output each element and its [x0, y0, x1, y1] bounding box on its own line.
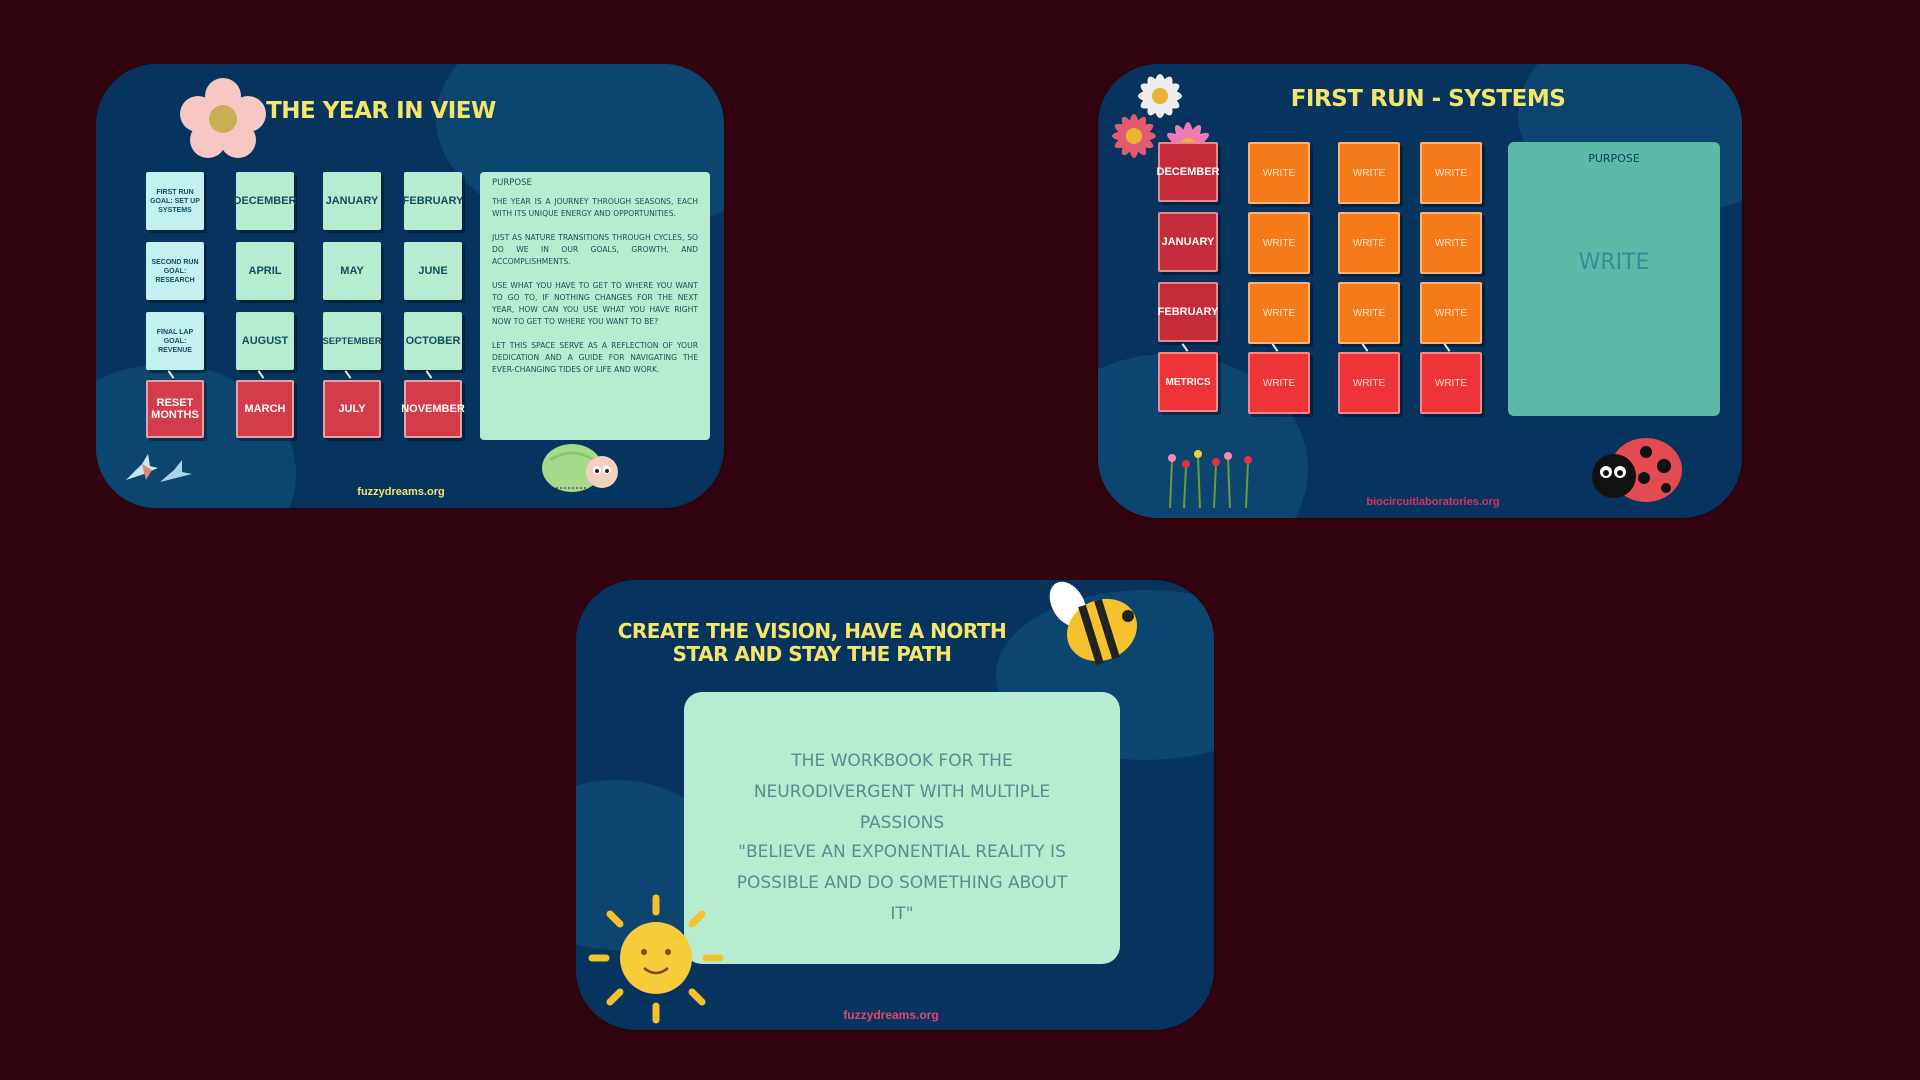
- slide-title: FIRST RUN - SYSTEMS: [1290, 86, 1566, 112]
- month-card[interactable]: AUGUST: [236, 312, 294, 370]
- wildflowers-icon: [1168, 450, 1252, 508]
- flower-icon: [180, 78, 266, 158]
- goal-card-final-lap[interactable]: FINAL LAP GOAL: REVENUE: [146, 312, 204, 370]
- month-card[interactable]: APRIL: [236, 242, 294, 300]
- quote-text: "BELIEVE AN EXPONENTIAL REALITY IS POSSI…: [736, 842, 1068, 924]
- goal-card-second-run[interactable]: SECOND RUN GOAL: RESEARCH: [146, 242, 204, 300]
- purpose-heading: PURPOSE: [1588, 152, 1640, 165]
- slide-first-run-systems[interactable]: FIRST RUN - SYSTEMS DECEMBER JANUARY FEB…: [1098, 64, 1742, 518]
- write-card[interactable]: WRITE: [1248, 142, 1310, 204]
- page-number: 1: [1160, 984, 1167, 998]
- write-card[interactable]: WRITE: [1338, 212, 1400, 274]
- write-card[interactable]: WRITE: [1420, 352, 1482, 414]
- purpose-paragraph: JUST AS NATURE TRANSITIONS THROUGH CYCLE…: [492, 233, 698, 266]
- hummingbirds-icon: [126, 454, 192, 482]
- row-label-card[interactable]: METRICS: [1158, 352, 1218, 412]
- ladybug-icon: [1592, 438, 1682, 502]
- purpose-heading: PURPOSE: [492, 178, 532, 188]
- purpose-paragraph: THE YEAR IS A JOURNEY THROUGH SEASONS, E…: [492, 197, 698, 218]
- workbook-quote-box[interactable]: THE WORKBOOK FOR THE NEURODIVERGENT WITH…: [684, 692, 1120, 964]
- write-card[interactable]: WRITE: [1420, 142, 1482, 204]
- write-card[interactable]: WRITE: [1248, 352, 1310, 414]
- reset-month-card[interactable]: JULY: [323, 380, 381, 438]
- footer-link[interactable]: biocircuitlaboratories.org: [1338, 496, 1528, 508]
- connector-mark: [1443, 343, 1451, 352]
- purpose-paragraph: USE WHAT YOU HAVE TO GET TO WHERE YOU WA…: [492, 281, 698, 326]
- connector-mark: [1181, 343, 1189, 352]
- month-card[interactable]: FEBRUARY: [403, 172, 463, 230]
- purpose-panel[interactable]: PURPOSE WRITE: [1508, 142, 1720, 416]
- workbook-subtitle: THE WORKBOOK FOR THE NEURODIVERGENT WITH…: [753, 751, 1051, 833]
- write-card[interactable]: WRITE: [1248, 282, 1310, 344]
- month-card[interactable]: OCTOBER: [404, 312, 462, 370]
- write-card[interactable]: WRITE: [1338, 352, 1400, 414]
- month-card[interactable]: SEPTEMBER: [322, 312, 382, 370]
- purpose-write-placeholder[interactable]: WRITE: [1508, 250, 1720, 275]
- connector-mark: [1361, 343, 1369, 352]
- slide-vision[interactable]: CREATE THE VISION, HAVE A NORTH STAR AND…: [576, 580, 1214, 1030]
- reset-month-card[interactable]: MARCH: [236, 380, 294, 438]
- sun-icon: [588, 894, 724, 1024]
- snail-icon: [542, 444, 618, 492]
- write-card[interactable]: WRITE: [1338, 282, 1400, 344]
- connector-mark: [425, 370, 433, 379]
- slide-title: THE YEAR IN VIEW: [266, 98, 496, 124]
- slide-year-in-view[interactable]: THE YEAR IN VIEW FIRST RUN GOAL: SET UP …: [96, 64, 724, 508]
- slide-title: CREATE THE VISION, HAVE A NORTH STAR AND…: [617, 619, 1007, 666]
- connector-mark: [344, 370, 352, 379]
- purpose-panel[interactable]: PURPOSE THE YEAR IS A JOURNEY THROUGH SE…: [480, 172, 710, 440]
- connector-mark: [1271, 343, 1279, 352]
- footer-link[interactable]: fuzzydreams.org: [816, 1008, 966, 1022]
- connector-mark: [257, 370, 265, 379]
- month-card[interactable]: JANUARY: [323, 172, 381, 230]
- row-label-card[interactable]: DECEMBER: [1157, 142, 1219, 202]
- write-card[interactable]: WRITE: [1248, 212, 1310, 274]
- row-label-card[interactable]: FEBRUARY: [1158, 282, 1218, 342]
- goal-card-first-run[interactable]: FIRST RUN GOAL: SET UP SYSTEMS: [146, 172, 204, 230]
- page-number: 3: [676, 478, 683, 492]
- row-label-card[interactable]: JANUARY: [1158, 212, 1218, 272]
- write-card[interactable]: WRITE: [1420, 212, 1482, 274]
- reset-months-card[interactable]: RESET MONTHS: [146, 380, 204, 438]
- bee-icon: [1049, 581, 1138, 666]
- month-card[interactable]: MAY: [323, 242, 381, 300]
- footer-link[interactable]: fuzzydreams.org: [326, 486, 476, 498]
- write-card[interactable]: WRITE: [1420, 282, 1482, 344]
- write-card[interactable]: WRITE: [1338, 142, 1400, 204]
- month-card[interactable]: DECEMBER: [234, 172, 296, 230]
- purpose-paragraph: LET THIS SPACE SERVE AS A REFLECTION OF …: [492, 341, 698, 374]
- reset-month-card[interactable]: NOVEMBER: [401, 380, 465, 438]
- month-card[interactable]: JUNE: [404, 242, 462, 300]
